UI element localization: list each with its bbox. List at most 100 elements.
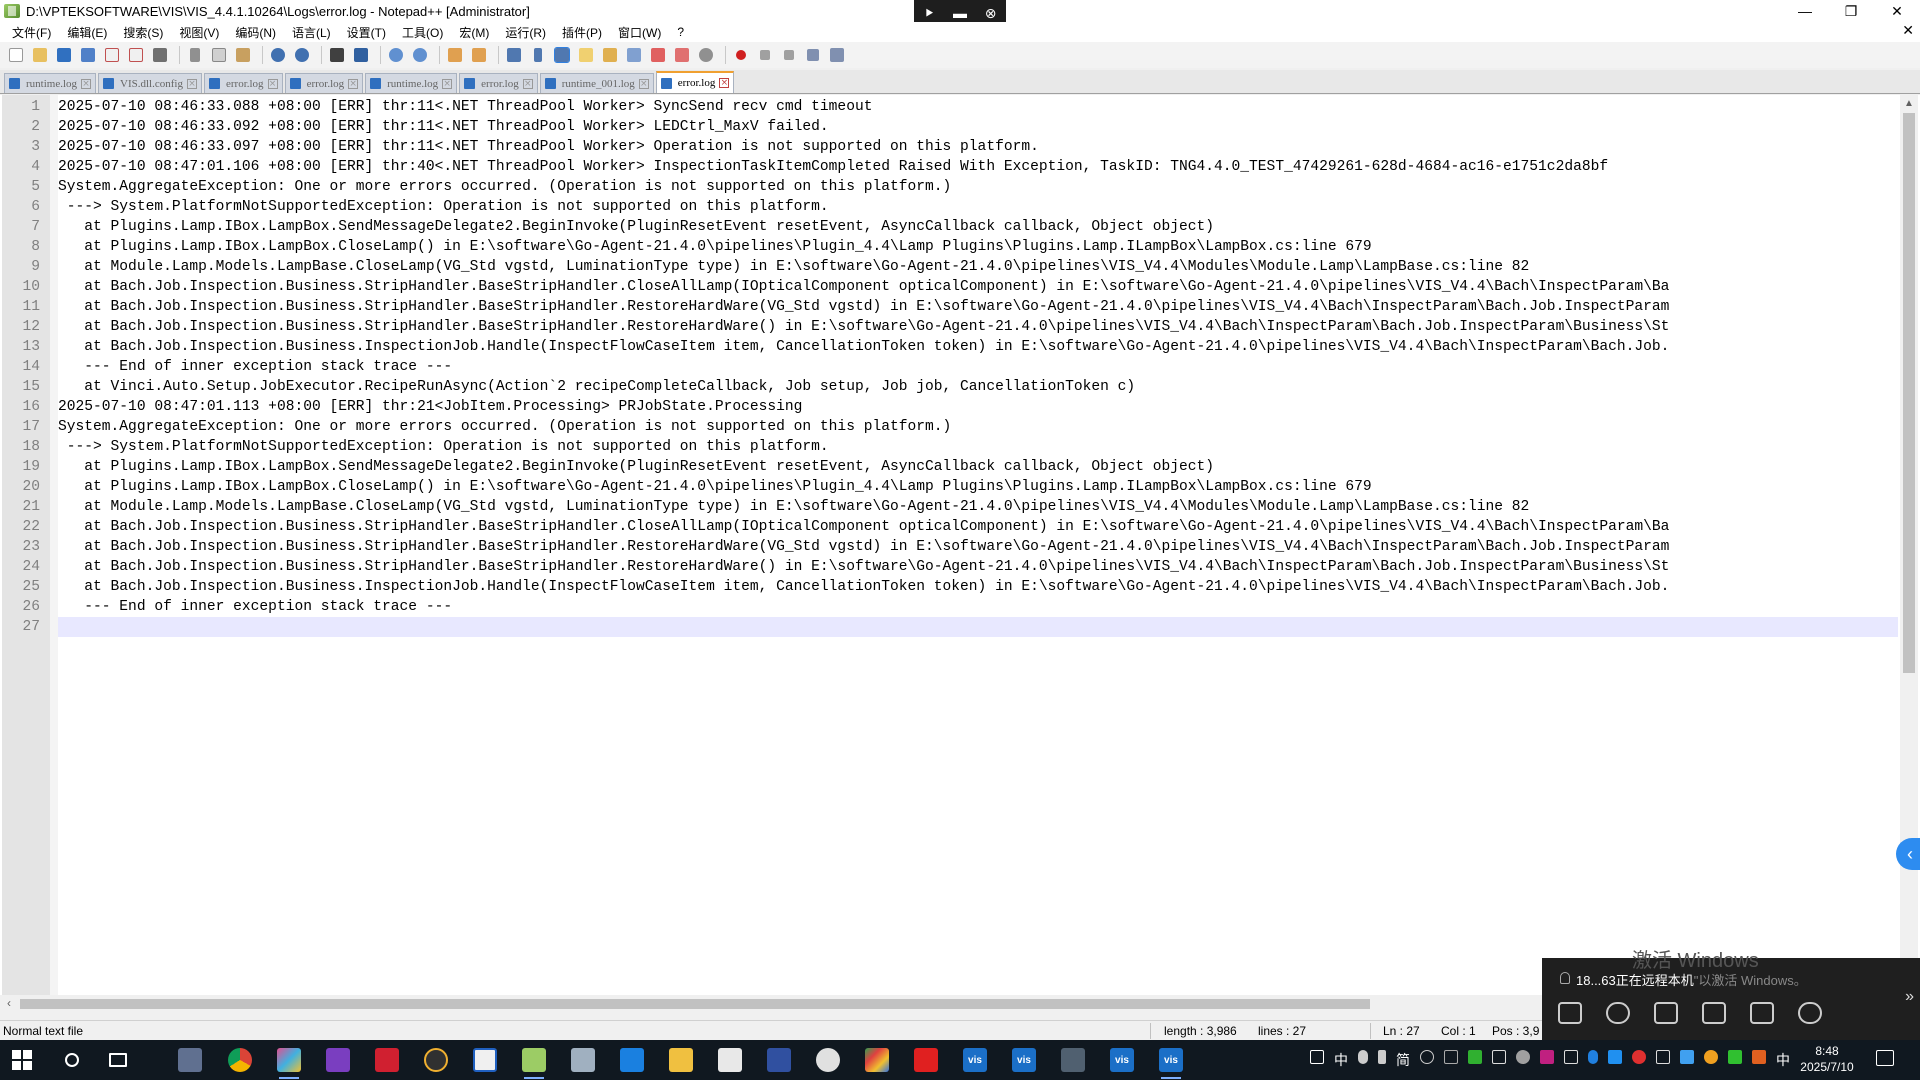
code-line[interactable]: at Plugins.Lamp.IBox.LampBox.SendMessage… xyxy=(58,217,1214,237)
save-all-button[interactable] xyxy=(78,45,98,65)
tab-close-icon[interactable]: × xyxy=(81,78,92,89)
code-line[interactable]: --- End of inner exception stack trace -… xyxy=(58,357,452,377)
tab-close-icon[interactable]: × xyxy=(522,78,533,89)
task-view-button[interactable] xyxy=(104,1046,132,1074)
cut-button[interactable] xyxy=(185,45,205,65)
ime-chinese[interactable]: 中 xyxy=(1334,1050,1348,1068)
file-tab[interactable]: runtime_001.log × xyxy=(539,73,654,93)
punctuation-icon[interactable] xyxy=(1378,1050,1386,1064)
taskbar-app-5[interactable] xyxy=(373,1046,401,1074)
menu-item[interactable]: 宏(M) xyxy=(451,24,497,41)
code-line[interactable]: at Bach.Job.Inspection.Business.StripHan… xyxy=(58,537,1669,557)
microphone-icon[interactable] xyxy=(1606,1002,1630,1024)
camera-icon[interactable] xyxy=(1654,1002,1678,1024)
code-line[interactable]: 2025-07-10 08:47:01.113 +08:00 [ERR] thr… xyxy=(58,397,802,417)
taskbar-app-14[interactable] xyxy=(814,1046,842,1074)
code-line[interactable]: --- End of inner exception stack trace -… xyxy=(58,597,452,617)
doc-list-button[interactable] xyxy=(624,45,644,65)
code-line[interactable]: at Module.Lamp.Models.LampBase.CloseLamp… xyxy=(58,497,1529,517)
code-line[interactable]: at Plugins.Lamp.IBox.LampBox.CloseLamp()… xyxy=(58,477,1371,497)
file-tab[interactable]: error.log × xyxy=(459,73,538,93)
tray-chat-icon[interactable] xyxy=(1728,1050,1742,1064)
menu-item[interactable]: 语言(L) xyxy=(284,24,339,41)
code-line[interactable]: at Bach.Job.Inspection.Business.StripHan… xyxy=(58,297,1669,317)
side-panel-toggle[interactable]: ‹ xyxy=(1896,838,1920,870)
tab-close-icon[interactable]: × xyxy=(719,78,730,88)
tab-close-icon[interactable]: × xyxy=(267,78,278,89)
chat-icon[interactable] xyxy=(1558,1002,1582,1024)
close-file-button[interactable] xyxy=(102,45,122,65)
show-all-chars-button[interactable] xyxy=(528,45,548,65)
close-all-button[interactable] xyxy=(126,45,146,65)
ime-simplified[interactable]: 简 xyxy=(1396,1050,1410,1068)
file-tab[interactable]: runtime.log × xyxy=(365,73,458,93)
menu-item[interactable]: 工具(O) xyxy=(394,24,451,41)
new-file-button[interactable] xyxy=(6,45,26,65)
tray-lightblue-icon[interactable] xyxy=(1680,1050,1694,1064)
redo-button[interactable] xyxy=(292,45,312,65)
code-line[interactable]: ---> System.PlatformNotSupportedExceptio… xyxy=(58,197,829,217)
taskbar-app-10[interactable] xyxy=(618,1046,646,1074)
menu-item[interactable]: 设置(T) xyxy=(339,24,394,41)
print-button[interactable] xyxy=(150,45,170,65)
file-transfer-icon[interactable] xyxy=(1750,1002,1774,1024)
copy-button[interactable] xyxy=(209,45,229,65)
vertical-scroll-thumb[interactable] xyxy=(1903,113,1915,673)
taskbar-chrome[interactable] xyxy=(226,1046,254,1074)
file-tab[interactable]: error.log × xyxy=(655,71,735,93)
taskbar-vis-3[interactable]: vis xyxy=(1108,1046,1136,1074)
open-file-button[interactable] xyxy=(30,45,50,65)
zoom-in-button[interactable] xyxy=(386,45,406,65)
folder-workspace-button[interactable] xyxy=(672,45,692,65)
run-macro-multiple-button[interactable] xyxy=(803,45,823,65)
menu-item[interactable]: 编辑(E) xyxy=(59,24,115,41)
tray-blue-icon[interactable] xyxy=(1608,1050,1622,1064)
horizontal-scroll-thumb[interactable] xyxy=(20,999,1370,1009)
zoom-out-button[interactable] xyxy=(410,45,430,65)
find-button[interactable] xyxy=(327,45,347,65)
search-button[interactable] xyxy=(58,1046,86,1074)
code-line[interactable]: System.AggregateException: One or more e… xyxy=(58,177,951,197)
taskbar-app-13[interactable] xyxy=(765,1046,793,1074)
paste-button[interactable] xyxy=(233,45,253,65)
network-icon[interactable] xyxy=(1492,1050,1506,1064)
tab-close-icon[interactable]: × xyxy=(638,78,649,89)
taskbar-app-1[interactable] xyxy=(176,1046,204,1074)
taskbar-visual-studio[interactable] xyxy=(324,1046,352,1074)
menu-item[interactable]: 运行(R) xyxy=(497,24,554,41)
maximize-button[interactable]: ❐ xyxy=(1828,0,1874,22)
close-remote-icon[interactable]: ⊗ xyxy=(981,5,1001,22)
tab-close-icon[interactable]: × xyxy=(442,78,453,89)
tray-fire-icon[interactable] xyxy=(1752,1050,1766,1064)
save-macro-button[interactable] xyxy=(827,45,847,65)
sync-vertical-button[interactable] xyxy=(445,45,465,65)
taskbar-vis-4[interactable]: vis xyxy=(1157,1046,1185,1079)
input-language[interactable]: 中 xyxy=(1776,1050,1790,1068)
code-line[interactable]: at Bach.Job.Inspection.Business.StripHan… xyxy=(58,317,1669,337)
menu-item[interactable]: 搜索(S) xyxy=(115,24,171,41)
scroll-up-icon[interactable]: ▲ xyxy=(1904,98,1914,109)
save-button[interactable] xyxy=(54,45,74,65)
code-line[interactable]: at Module.Lamp.Models.LampBase.CloseLamp… xyxy=(58,257,1529,277)
code-line[interactable]: at Bach.Job.Inspection.Business.Inspecti… xyxy=(58,577,1669,597)
close-button[interactable]: ✕ xyxy=(1874,0,1920,22)
menu-item[interactable]: 文件(F) xyxy=(4,24,59,41)
tray-window-icon[interactable] xyxy=(1656,1050,1670,1064)
undo-button[interactable] xyxy=(268,45,288,65)
function-list-button[interactable] xyxy=(648,45,668,65)
taskbar-app-9[interactable] xyxy=(569,1046,597,1074)
taskbar-wps[interactable] xyxy=(912,1046,940,1074)
tray-orange-icon[interactable] xyxy=(1704,1050,1718,1064)
tab-close-icon[interactable]: × xyxy=(186,78,197,89)
tray-round-icon[interactable] xyxy=(1516,1050,1530,1064)
expand-popup-icon[interactable]: » xyxy=(1905,988,1914,1006)
indent-guide-button[interactable] xyxy=(552,45,572,65)
taskbar-app-3[interactable] xyxy=(275,1046,303,1079)
tray-pink-icon[interactable] xyxy=(1540,1050,1554,1064)
taskbar-notepadpp[interactable] xyxy=(520,1046,548,1079)
clock[interactable]: 8:48 2025/7/10 xyxy=(1792,1043,1862,1075)
notification-icon[interactable] xyxy=(1876,1050,1894,1066)
pin-icon[interactable]: ⯈ xyxy=(919,5,939,22)
taskbar-app-19[interactable] xyxy=(1059,1046,1087,1074)
menu-item[interactable]: 插件(P) xyxy=(554,24,610,41)
